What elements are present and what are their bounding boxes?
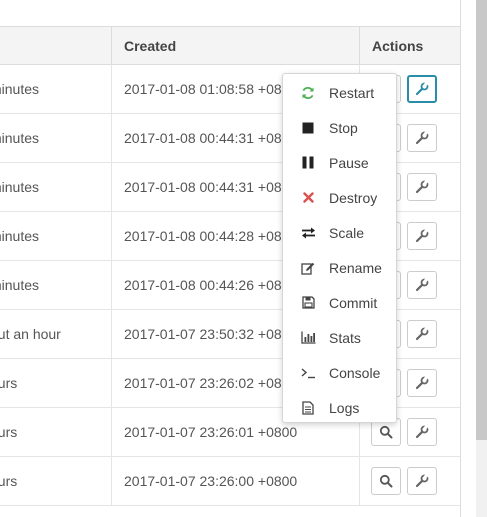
actions-menu-button[interactable] (407, 271, 437, 299)
status-text: minutes (0, 130, 40, 146)
menu-item-label: Pause (329, 154, 369, 171)
menu-item-pause[interactable]: Pause (283, 145, 396, 180)
menu-item-label: Stats (329, 329, 361, 346)
refresh-icon (300, 85, 316, 101)
menu-item-label: Rename (329, 259, 382, 276)
actions-menu-button[interactable] (407, 124, 437, 152)
status-cell: minutes (0, 113, 112, 163)
actions-dropdown-menu: Restart Stop Pause Destroy Scale Rename Commit… (282, 73, 397, 423)
inspect-button[interactable] (371, 467, 401, 495)
status-header[interactable] (0, 26, 112, 65)
menu-item-stop[interactable]: Stop (283, 110, 396, 145)
actions-menu-button[interactable] (407, 418, 437, 446)
status-text: minutes (0, 277, 40, 293)
menu-item-label: Console (329, 364, 381, 381)
table-header-row: Created Actions (0, 26, 460, 65)
menu-item-rename[interactable]: Rename (283, 250, 396, 285)
scrollbar-thumb[interactable] (476, 0, 487, 440)
exchange-icon (300, 225, 316, 241)
close-icon (300, 190, 316, 206)
status-cell: minutes (0, 260, 112, 310)
status-cell: minutes (0, 162, 112, 212)
actions-menu-button[interactable] (407, 369, 437, 397)
status-text: ours (0, 375, 18, 391)
edit-icon (300, 260, 316, 276)
status-text: minutes (0, 81, 40, 97)
status-cell: ours (0, 358, 112, 408)
status-cell: ours (0, 407, 112, 457)
menu-item-stats[interactable]: Stats (283, 320, 396, 355)
menu-item-label: Stop (329, 119, 358, 136)
actions-menu-button[interactable] (407, 467, 437, 495)
menu-item-console[interactable]: Console (283, 355, 396, 390)
status-text: minutes (0, 179, 40, 195)
menu-item-restart[interactable]: Restart (283, 75, 396, 110)
status-text: ours (0, 473, 18, 489)
terminal-icon (300, 365, 316, 381)
menu-item-scale[interactable]: Scale (283, 215, 396, 250)
actions-cell (359, 456, 460, 506)
menu-item-label: Destroy (329, 189, 378, 206)
actions-header: Actions (359, 26, 460, 65)
table-row: ours 2017-01-07 23:26:00 +0800 (0, 456, 460, 506)
created-cell: 2017-01-07 23:26:00 +0800 (111, 456, 360, 506)
menu-item-destroy[interactable]: Destroy (283, 180, 396, 215)
file-text-icon (300, 400, 316, 416)
save-icon (300, 295, 316, 311)
menu-item-label: Restart (329, 84, 375, 101)
status-text: minutes (0, 228, 40, 244)
actions-menu-button[interactable] (407, 75, 437, 103)
status-cell: minutes (0, 64, 112, 114)
status-cell: out an hour (0, 309, 112, 359)
status-cell: ours (0, 456, 112, 506)
created-header[interactable]: Created (111, 26, 360, 65)
menu-item-label: Commit (329, 294, 378, 311)
pause-icon (300, 155, 316, 171)
menu-item-commit[interactable]: Commit (283, 285, 396, 320)
status-text: ours (0, 424, 18, 440)
actions-menu-button[interactable] (407, 222, 437, 250)
stop-icon (300, 120, 316, 136)
actions-menu-button[interactable] (407, 320, 437, 348)
actions-menu-button[interactable] (407, 173, 437, 201)
bar-chart-icon (300, 330, 316, 346)
menu-item-label: Scale (329, 224, 365, 241)
status-text: out an hour (0, 326, 61, 342)
status-cell: minutes (0, 211, 112, 261)
menu-item-logs[interactable]: Logs (283, 390, 396, 425)
menu-item-label: Logs (329, 399, 360, 416)
